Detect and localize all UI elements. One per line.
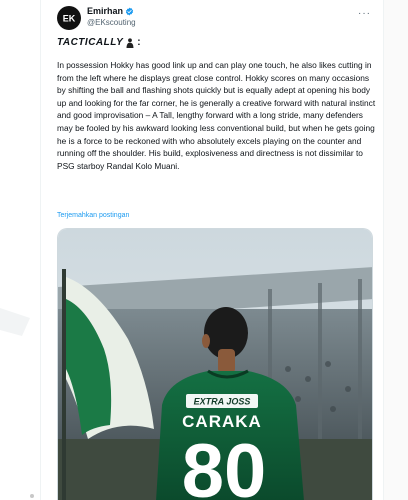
tweet-card: EK Emirhan @EKscouting ··· TACTICALLY : … [40,0,384,500]
tweet-heading: TACTICALLY : [57,37,141,48]
tweet-header: EK Emirhan @EKscouting ··· [57,6,371,30]
right-gutter [384,0,408,500]
svg-text:EK: EK [63,14,76,24]
ek-logo-icon: EK [63,14,76,24]
jersey-number: 80 [182,429,267,500]
display-name-row: Emirhan [87,6,136,17]
partial-element [0,308,30,336]
author-block[interactable]: Emirhan @EKscouting [87,6,136,28]
tweet-photo[interactable]: EXTRA JOSS CARAKA 80 [57,228,373,500]
avatar[interactable]: EK [57,6,81,30]
person-silhouette-icon [126,37,134,48]
left-gutter [0,0,40,500]
photo-scene: EXTRA JOSS CARAKA 80 [58,229,372,500]
heading-text: TACTICALLY [57,37,124,48]
handle[interactable]: @EKscouting [87,17,136,28]
tweet-body: In possession Hokky has good link up and… [57,60,376,171]
verified-badge-icon [125,7,134,16]
sponsor-text: EXTRA JOSS [194,397,251,407]
display-name[interactable]: Emirhan [87,6,123,17]
heading-suffix: : [137,37,142,48]
more-icon[interactable]: ··· [358,8,371,19]
gutter-dot [30,494,34,498]
translate-link[interactable]: Terjemahkan postingan [57,212,129,219]
